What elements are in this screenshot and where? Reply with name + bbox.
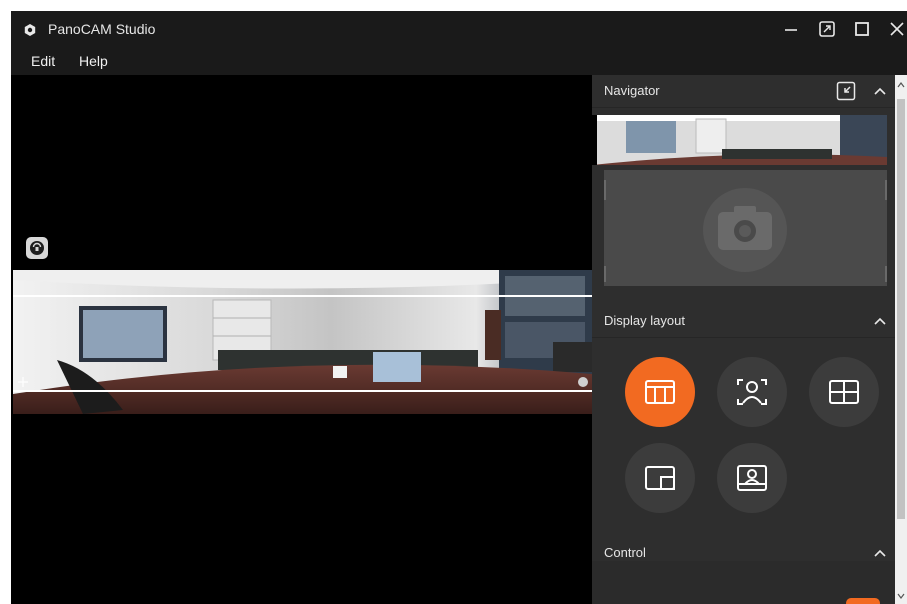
picture-in-picture-icon	[645, 466, 675, 490]
layout-grid-button[interactable]	[809, 357, 879, 427]
fit-view-icon[interactable]	[836, 81, 856, 101]
restore-icon[interactable]	[817, 19, 837, 39]
grid-layout-icon	[829, 380, 859, 404]
menu-help[interactable]: Help	[79, 53, 108, 69]
layout-presenter-button[interactable]	[717, 443, 787, 513]
video-viewport[interactable]	[11, 75, 592, 604]
app-title: PanoCAM Studio	[48, 21, 156, 37]
control-toggle[interactable]	[846, 598, 880, 604]
chevron-up-icon[interactable]	[873, 315, 887, 327]
scroll-up-icon[interactable]	[897, 81, 905, 89]
navigator-header[interactable]: Navigator	[592, 75, 895, 108]
camera-snapshot-icon	[604, 180, 887, 282]
title-bar: PanoCAM Studio	[11, 11, 907, 49]
presenter-layout-icon	[737, 465, 767, 491]
maximize-icon[interactable]	[852, 19, 872, 39]
menu-bar: Edit Help	[11, 49, 907, 75]
panocam-logo-icon	[24, 24, 36, 36]
display-layout-title: Display layout	[604, 313, 685, 328]
minimize-icon[interactable]	[781, 19, 801, 39]
control-title: Control	[604, 545, 646, 560]
rotate-handle-icon[interactable]	[578, 377, 588, 387]
lock-view-button[interactable]	[26, 237, 48, 259]
navigator-title: Navigator	[604, 83, 660, 98]
lock-icon	[30, 241, 44, 255]
close-icon[interactable]	[887, 19, 907, 39]
navigator-thumbnail[interactable]	[592, 115, 887, 165]
panorama-layout-icon	[645, 380, 675, 404]
menu-edit[interactable]: Edit	[31, 53, 55, 69]
chevron-up-icon[interactable]	[873, 547, 887, 559]
side-panel: Navigator Display layout Control	[592, 75, 895, 604]
chevron-up-icon[interactable]	[873, 85, 887, 97]
panorama-video-frame[interactable]	[13, 270, 592, 414]
side-panel-scrollbar[interactable]	[895, 75, 907, 604]
scroll-thumb[interactable]	[897, 99, 905, 519]
display-layout-header[interactable]: Display layout	[592, 305, 895, 338]
app-window: PanoCAM Studio Edit Help Navigator Displ…	[11, 11, 907, 604]
scroll-down-icon[interactable]	[897, 592, 905, 600]
navigator-viewport-box[interactable]	[604, 170, 887, 286]
layout-pip-button[interactable]	[625, 443, 695, 513]
control-body	[592, 561, 895, 604]
speaker-tracking-icon	[737, 379, 767, 405]
layout-speaker-button[interactable]	[717, 357, 787, 427]
layout-panorama-button[interactable]	[625, 357, 695, 427]
